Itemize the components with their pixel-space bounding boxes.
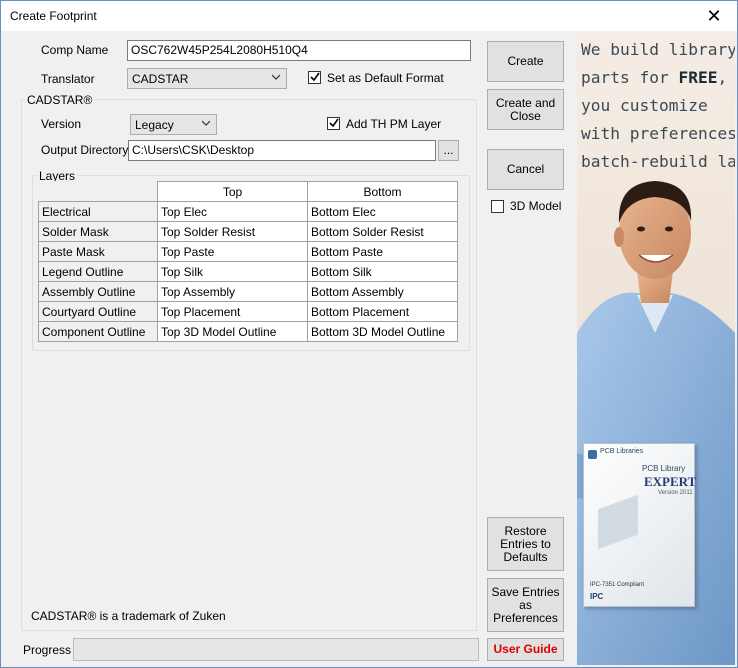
table-row: Paste Mask Top Paste Bottom Paste	[38, 241, 458, 262]
version-select[interactable]: Legacy	[130, 114, 217, 135]
bottom-layer-cell[interactable]: Bottom Elec	[307, 201, 458, 222]
promo-free-emphasis: FREE	[678, 68, 718, 87]
box-title: PCB Library	[642, 464, 686, 473]
table-row: Courtyard Outline Top Placement Bottom P…	[38, 301, 458, 322]
bottom-layer-cell[interactable]: Bottom Assembly	[307, 281, 458, 302]
chevron-down-icon	[272, 74, 280, 80]
close-icon: ✕	[706, 6, 722, 26]
close-button[interactable]: ✕	[691, 1, 737, 31]
box-product: EXPERT	[644, 474, 697, 489]
top-layer-cell[interactable]: Top Elec	[157, 201, 308, 222]
window-title: Create Footprint	[10, 9, 97, 23]
layers-table: Top Bottom Electrical Top Elec Bottom El…	[38, 181, 458, 342]
browse-button[interactable]: ...	[438, 140, 459, 161]
top-layer-cell[interactable]: Top Placement	[157, 301, 308, 322]
row-header: Solder Mask	[38, 221, 158, 242]
cancel-button[interactable]: Cancel	[487, 149, 564, 190]
save-preferences-button[interactable]: Save Entries as Preferences	[487, 578, 564, 632]
output-directory-input[interactable]: C:\Users\CSK\Desktop	[128, 140, 436, 161]
layers-header-row: Top Bottom	[38, 181, 458, 202]
top-layer-cell[interactable]: Top 3D Model Outline	[157, 321, 308, 342]
promo-banner[interactable]: PCB Libraries PCB Library EXPERT Version…	[577, 33, 735, 665]
bottom-layer-cell[interactable]: Bottom Silk	[307, 261, 458, 282]
box-brand: PCB Libraries	[600, 448, 644, 455]
bottom-layer-cell[interactable]: Bottom 3D Model Outline	[307, 321, 458, 342]
promo-line-3: you customize	[581, 96, 708, 115]
comp-name-label: Comp Name	[41, 43, 109, 57]
top-layer-cell[interactable]: Top Silk	[157, 261, 308, 282]
browse-button-label: ...	[443, 143, 454, 157]
top-layer-cell[interactable]: Top Assembly	[157, 281, 308, 302]
translator-value: CADSTAR	[132, 72, 189, 86]
box-badge: IPC	[590, 592, 604, 601]
create-and-close-button[interactable]: Create and Close	[487, 89, 564, 130]
top-layer-cell[interactable]: Top Solder Resist	[157, 221, 308, 242]
bottom-layer-cell[interactable]: Bottom Placement	[307, 301, 458, 322]
table-row: Solder Mask Top Solder Resist Bottom Sol…	[38, 221, 458, 242]
checkmark-icon	[310, 72, 320, 82]
bottom-layer-cell[interactable]: Bottom Paste	[307, 241, 458, 262]
row-header: Component Outline	[38, 321, 158, 342]
progress-label: Progress	[23, 643, 72, 657]
bottom-layer-cell[interactable]: Bottom Solder Resist	[307, 221, 458, 242]
box-graphic	[598, 494, 638, 550]
version-label: Version	[41, 117, 82, 131]
table-row: Component Outline Top 3D Model Outline B…	[38, 321, 458, 342]
cancel-button-label: Cancel	[506, 162, 545, 176]
title-bar: Create Footprint ✕	[1, 1, 737, 31]
column-header-top: Top	[157, 181, 308, 202]
promo-line-4: with preferences &	[581, 124, 735, 143]
chevron-down-icon	[202, 120, 210, 126]
checkmark-icon	[329, 118, 339, 128]
top-layer-cell[interactable]: Top Paste	[157, 241, 308, 262]
default-format-checkbox[interactable]	[308, 71, 321, 84]
row-header: Electrical	[38, 201, 158, 222]
th-pm-layer-checkbox[interactable]	[327, 117, 340, 130]
save-preferences-label: Save Entries as Preferences	[491, 584, 560, 625]
restore-defaults-button[interactable]: Restore Entries to Defaults	[487, 517, 564, 571]
user-guide-button[interactable]: User Guide	[487, 638, 564, 661]
trademark-note: CADSTAR® is a trademark of Zuken	[31, 609, 226, 623]
restore-defaults-label: Restore Entries to Defaults	[500, 523, 551, 564]
column-header-bottom: Bottom	[307, 181, 458, 202]
translator-select[interactable]: CADSTAR	[127, 68, 287, 89]
create-and-close-label: Create and Close	[495, 95, 556, 123]
default-format-label: Set as Default Format	[327, 71, 444, 85]
3d-model-checkbox[interactable]	[491, 200, 504, 213]
layers-corner-cell	[38, 181, 158, 202]
product-box: PCB Libraries PCB Library EXPERT Version…	[583, 443, 697, 607]
3d-model-label: 3D Model	[510, 199, 562, 213]
box-version: Version 2011	[658, 490, 693, 496]
th-pm-layer-label: Add TH PM Layer	[346, 117, 442, 131]
box-compliance: IPC-7351 Compliant	[590, 582, 645, 588]
output-directory-label: Output Directory	[41, 143, 129, 157]
promo-line-5: batch-rebuild later!	[581, 152, 735, 171]
promo-line-1: We build library	[581, 40, 735, 59]
row-header: Assembly Outline	[38, 281, 158, 302]
create-button-label: Create	[507, 54, 544, 68]
progress-bar	[73, 638, 479, 661]
table-row: Assembly Outline Top Assembly Bottom Ass…	[38, 281, 458, 302]
promo-line-2: parts for FREE,	[581, 68, 728, 87]
translator-label: Translator	[41, 72, 95, 86]
promo-text: We build library parts for FREE, you cus…	[581, 36, 735, 176]
create-button[interactable]: Create	[487, 41, 564, 82]
pcb-libraries-logo-icon	[588, 450, 597, 459]
comp-name-input[interactable]: OSC762W45P254L2080H510Q4	[127, 40, 471, 61]
user-guide-label: User Guide	[493, 642, 558, 656]
version-value: Legacy	[135, 118, 174, 132]
create-footprint-window: Create Footprint ✕ Comp Name OSC762W45P2…	[0, 0, 738, 668]
row-header: Paste Mask	[38, 241, 158, 262]
row-header: Courtyard Outline	[38, 301, 158, 322]
row-header: Legend Outline	[38, 261, 158, 282]
table-row: Legend Outline Top Silk Bottom Silk	[38, 261, 458, 282]
cadstar-group-title: CADSTAR®	[25, 93, 95, 107]
table-row: Electrical Top Elec Bottom Elec	[38, 201, 458, 222]
